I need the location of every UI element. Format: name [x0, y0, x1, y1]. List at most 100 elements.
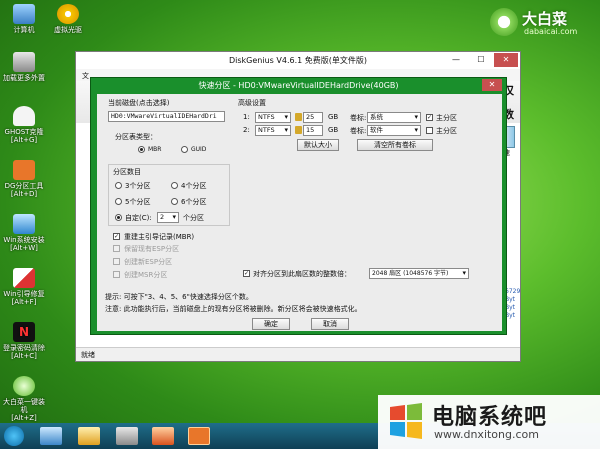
- option-6-label: 6个分区: [181, 198, 207, 206]
- option-5-radio[interactable]: [115, 198, 122, 205]
- start-button[interactable]: [4, 426, 24, 446]
- partition-count-group: 分区数目 3个分区 4个分区 5个分区 6个分区 自定(C): 2 个分区: [108, 164, 230, 226]
- partition-1-size-input[interactable]: 25: [303, 112, 323, 123]
- menu-item-file[interactable]: 文: [82, 71, 89, 81]
- partition-2-primary-checkbox[interactable]: [426, 127, 433, 134]
- minimize-button[interactable]: —: [444, 53, 468, 67]
- partition-1-index: 1:: [243, 113, 250, 121]
- diskgenius-icon: [13, 160, 35, 180]
- option-6-radio[interactable]: [171, 198, 178, 205]
- side-value: Byt: [505, 312, 516, 319]
- taskbar-drive-icon[interactable]: [116, 427, 138, 445]
- rebuild-mbr-label: 重建主引导记录(MBR): [124, 233, 195, 241]
- lock-icon: [295, 113, 302, 121]
- ok-button[interactable]: 确定: [252, 318, 290, 330]
- keep-esp-label: 保留现有ESP分区: [124, 245, 180, 253]
- option-3-radio[interactable]: [115, 182, 122, 189]
- desktop-icon-load-external[interactable]: 加载更多外置: [2, 52, 46, 82]
- partition-1-fs-select[interactable]: NTFS: [255, 112, 291, 123]
- align-checkbox[interactable]: ✓: [243, 270, 250, 277]
- taskbar-partition-icon[interactable]: [152, 427, 174, 445]
- custom-radio[interactable]: [115, 214, 122, 221]
- cabbage-logo-icon: [490, 8, 518, 36]
- desktop-icon-ghost[interactable]: GHOST克隆 [Alt+G]: [2, 106, 46, 144]
- partition-count-label: 分区数目: [113, 168, 141, 176]
- mbr-label: MBR: [148, 146, 162, 153]
- partition-2-size-input[interactable]: 15: [303, 125, 323, 136]
- create-msr-label: 创建MSR分区: [124, 271, 168, 279]
- option-5-label: 5个分区: [125, 198, 151, 206]
- partition-1-unit: GB: [328, 113, 339, 121]
- dialog-body: 当前磁盘(点击选择) HD0:VMwareVirtualIDEHardDri 分…: [97, 94, 502, 331]
- option-3-label: 3个分区: [125, 182, 151, 190]
- desktop-icon-password-clear[interactable]: N 登录密码清除 [Alt+C]: [2, 322, 46, 360]
- ghost-icon: [13, 106, 35, 126]
- cancel-button[interactable]: 取消: [311, 318, 349, 330]
- partition-1-name-select[interactable]: 系统: [367, 112, 421, 123]
- watermark: 电脑系统吧 www.dnxitong.com: [378, 395, 600, 449]
- computer-icon: [13, 4, 35, 24]
- desktop-icon-shortcut: [Alt+W]: [10, 244, 38, 252]
- rebuild-mbr-checkbox[interactable]: ✓: [113, 233, 120, 240]
- desktop-icon-win-install[interactable]: Win系统安装 [Alt+W]: [2, 214, 46, 252]
- status-bar: 就绪: [76, 347, 520, 361]
- desktop-icon-label: 虚拟光驱: [54, 26, 82, 34]
- desktop-icon-dabaicai-install[interactable]: 大白菜一键装机 [Alt+Z]: [2, 376, 46, 422]
- desktop-icon-label: 大白菜一键装机: [3, 398, 45, 414]
- current-disk-field[interactable]: HD0:VMwareVirtualIDEHardDri: [108, 111, 225, 122]
- partition-2-vol-label: 卷标:: [350, 127, 367, 135]
- password-icon: N: [13, 322, 35, 342]
- quick-partition-dialog: 快速分区 - HD0:VMwareVirtualIDEHardDrive(40G…: [90, 77, 507, 335]
- align-select[interactable]: 2048 扇区 (1048576 字节): [369, 268, 469, 279]
- side-value: Byt: [505, 296, 516, 303]
- partition-2-name-select[interactable]: 软件: [367, 125, 421, 136]
- dialog-close-button[interactable]: ✕: [482, 79, 502, 91]
- desktop-icon-virtual-drive[interactable]: 虚拟光驱: [46, 4, 90, 34]
- tip-text: 提示: 可按下"3、4、5、6"快速选择分区个数。: [105, 293, 253, 301]
- side-value: Byt: [505, 304, 516, 311]
- create-msr-checkbox[interactable]: [113, 271, 120, 278]
- guid-label: GUID: [191, 146, 207, 153]
- align-label: 对齐分区到此扇区数的整数倍：: [253, 270, 351, 278]
- table-type-label: 分区表类型：: [115, 133, 157, 141]
- default-size-button[interactable]: 默认大小: [297, 139, 339, 151]
- taskbar-tool-icon[interactable]: [78, 427, 100, 445]
- desktop-icon-computer[interactable]: 计算机: [2, 4, 46, 34]
- partition-1-vol-label: 卷标:: [350, 114, 367, 122]
- create-esp-checkbox[interactable]: [113, 258, 120, 265]
- install-icon: [13, 214, 35, 234]
- partition-2-fs-select[interactable]: NTFS: [255, 125, 291, 136]
- taskbar-diskgenius-icon[interactable]: [188, 427, 210, 445]
- partition-2-index: 2:: [243, 126, 250, 134]
- custom-suffix: 个分区: [183, 214, 204, 222]
- clear-labels-button[interactable]: 清空所有卷标: [357, 139, 433, 151]
- windows-logo-icon: [390, 403, 422, 439]
- desktop-icon-shortcut: [Alt+F]: [11, 298, 37, 306]
- cabbage-icon: [13, 376, 35, 396]
- desktop-icon-label: 加载更多外置: [3, 74, 45, 82]
- close-button[interactable]: ✕: [494, 53, 518, 67]
- lock-icon: [295, 126, 302, 134]
- desktop-icon-shortcut: [Alt+D]: [10, 190, 38, 198]
- partition-2-unit: GB: [328, 126, 339, 134]
- brand-name: 大白菜: [522, 10, 568, 28]
- partition-2-primary-label: 主分区: [436, 127, 457, 135]
- desktop-icon-label: 计算机: [13, 26, 35, 34]
- desktop-icon-label: 登录密码清除: [3, 344, 45, 352]
- desktop-icon-label: DG分区工具: [4, 182, 44, 190]
- maximize-button[interactable]: ☐: [469, 53, 493, 67]
- desktop-icon-shortcut: [Alt+G]: [10, 136, 38, 144]
- custom-count-select[interactable]: 2: [157, 212, 179, 223]
- guid-radio[interactable]: [181, 146, 188, 153]
- desktop-icon-dg-tool[interactable]: DG分区工具 [Alt+D]: [2, 160, 46, 198]
- keep-esp-checkbox[interactable]: [113, 245, 120, 252]
- mbr-radio[interactable]: [138, 146, 145, 153]
- taskbar-explorer-icon[interactable]: [40, 427, 62, 445]
- option-4-radio[interactable]: [171, 182, 178, 189]
- partition-1-primary-checkbox[interactable]: ✓: [426, 114, 433, 121]
- current-disk-label: 当前磁盘(点击选择): [108, 99, 170, 107]
- option-4-label: 4个分区: [181, 182, 207, 190]
- partition-1-primary-label: 主分区: [436, 114, 457, 122]
- desktop-icon-label: GHOST克隆: [4, 128, 44, 136]
- desktop-icon-boot-repair[interactable]: Win引导修复 [Alt+F]: [2, 268, 46, 306]
